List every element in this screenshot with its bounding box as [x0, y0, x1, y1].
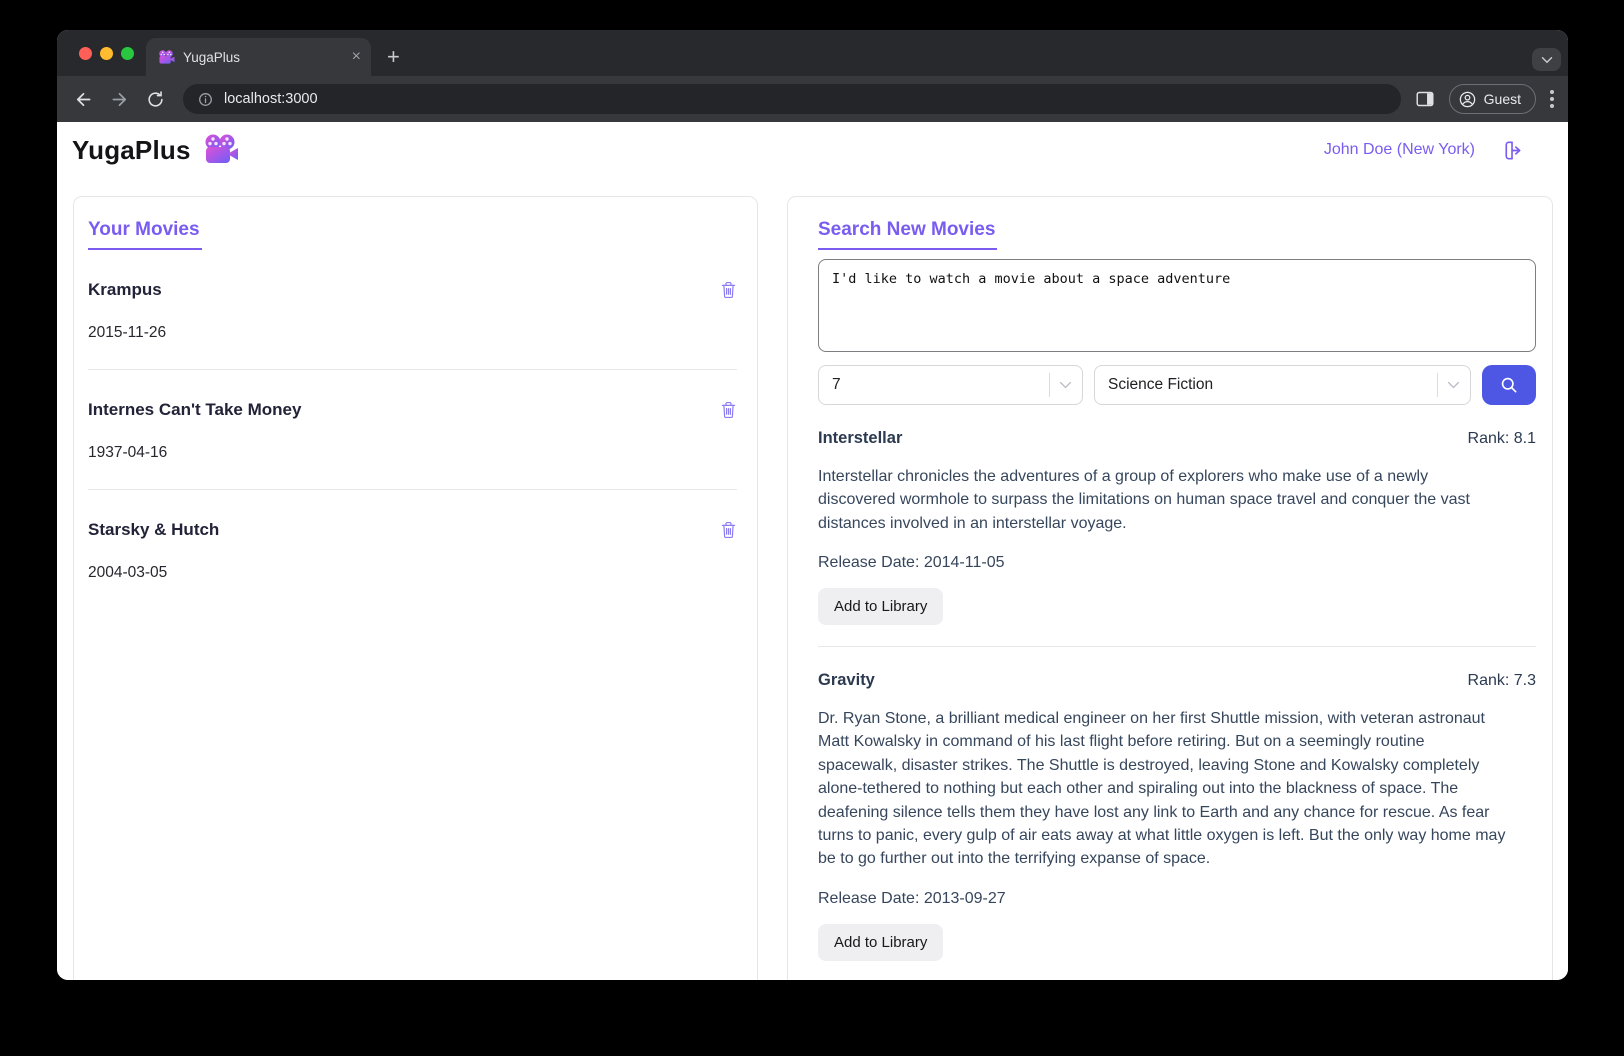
movie-date: 2004-03-05 [88, 564, 737, 582]
chevron-down-icon [1059, 381, 1072, 389]
zoom-window-button[interactable] [121, 47, 134, 60]
close-window-button[interactable] [79, 47, 92, 60]
browser-window: YugaPlus × + localhost:3000 [57, 30, 1568, 980]
add-to-library-button[interactable]: Add to Library [818, 924, 943, 961]
delete-movie-trash-icon[interactable] [720, 400, 737, 420]
new-tab-button[interactable]: + [387, 46, 400, 68]
brand: YugaPlus [72, 134, 239, 166]
category-select[interactable]: Science Fiction [1094, 365, 1471, 405]
add-to-library-button[interactable]: Add to Library [818, 588, 943, 625]
delete-movie-trash-icon[interactable] [720, 520, 737, 540]
movie-camera-logo-icon [203, 134, 239, 166]
result-release-date: Release Date: 2014-11-05 [818, 554, 1536, 572]
profile-label: Guest [1484, 91, 1521, 107]
divider [88, 369, 737, 370]
result-title: Gravity [818, 671, 875, 690]
divider [88, 489, 737, 490]
result-rank: Rank: 8.1 [1468, 430, 1536, 448]
list-item: Starsky & Hutch 2004-03-05 [88, 520, 737, 582]
side-panel-icon[interactable] [1415, 90, 1435, 108]
your-movies-title: Your Movies [88, 219, 202, 250]
search-title: Search New Movies [818, 219, 997, 250]
select-divider [1437, 373, 1438, 397]
profile-button[interactable]: Guest [1449, 84, 1536, 114]
search-query-input[interactable]: I'd like to watch a movie about a space … [818, 259, 1536, 352]
minimize-window-button[interactable] [100, 47, 113, 60]
user-name: John Doe (New York) [1324, 141, 1475, 159]
main-content: Your Movies Krampus 2015-11-26 Internes … [57, 174, 1568, 980]
result-release-date: Release Date: 2013-09-27 [818, 890, 1536, 908]
select-divider [1049, 373, 1050, 397]
search-button[interactable] [1482, 365, 1536, 405]
user-avatar-icon [1458, 90, 1477, 109]
tab-favicon-movie-camera-icon [158, 50, 175, 65]
search-controls: 7 Science Fiction [818, 365, 1536, 405]
close-tab-icon[interactable]: × [352, 49, 361, 65]
movie-title: Krampus [88, 280, 162, 300]
browser-toolbar: localhost:3000 Guest [57, 76, 1568, 122]
browser-tab[interactable]: YugaPlus × [146, 38, 371, 76]
max-results-value: 7 [832, 376, 841, 394]
list-item: Internes Can't Take Money 1937-04-16 [88, 400, 737, 490]
logout-icon[interactable] [1501, 139, 1524, 162]
list-item: Krampus 2015-11-26 [88, 280, 737, 370]
tab-title: YugaPlus [183, 50, 344, 65]
user-area: John Doe (New York) [1324, 139, 1524, 162]
site-info-icon[interactable] [197, 91, 214, 108]
tab-search-button[interactable] [1532, 48, 1561, 71]
category-value: Science Fiction [1108, 376, 1213, 394]
result-rank: Rank: 7.3 [1468, 672, 1536, 690]
forward-icon[interactable] [107, 87, 131, 111]
search-icon [1499, 375, 1519, 395]
url-text: localhost:3000 [224, 91, 318, 107]
result-description: Interstellar chronicles the adventures o… [818, 465, 1508, 535]
movie-title: Starsky & Hutch [88, 520, 219, 540]
app-header: YugaPlus [57, 122, 1568, 174]
search-result: Gravity Rank: 7.3 Dr. Ryan Stone, a bril… [818, 671, 1536, 980]
chevron-down-icon [1447, 381, 1460, 389]
search-panel: Search New Movies I'd like to watch a mo… [787, 196, 1553, 980]
movie-title: Internes Can't Take Money [88, 400, 301, 420]
app-title: YugaPlus [72, 135, 191, 166]
movie-date: 1937-04-16 [88, 444, 737, 462]
url-bar[interactable]: localhost:3000 [183, 84, 1401, 114]
tab-strip: YugaPlus × + [57, 30, 1568, 76]
result-description: Dr. Ryan Stone, a brilliant medical engi… [818, 707, 1508, 871]
app-page: YugaPlus [57, 122, 1568, 980]
toolbar-right: Guest [1415, 84, 1554, 114]
divider [818, 646, 1536, 647]
result-title: Interstellar [818, 429, 902, 448]
max-results-select[interactable]: 7 [818, 365, 1083, 405]
reload-icon[interactable] [143, 87, 167, 111]
window-controls [57, 30, 134, 76]
back-icon[interactable] [71, 87, 95, 111]
movie-date: 2015-11-26 [88, 324, 737, 342]
search-result: Interstellar Rank: 8.1 Interstellar chro… [818, 429, 1536, 647]
your-movies-panel: Your Movies Krampus 2015-11-26 Internes … [73, 196, 758, 980]
delete-movie-trash-icon[interactable] [720, 280, 737, 300]
browser-menu-icon[interactable] [1550, 90, 1554, 108]
